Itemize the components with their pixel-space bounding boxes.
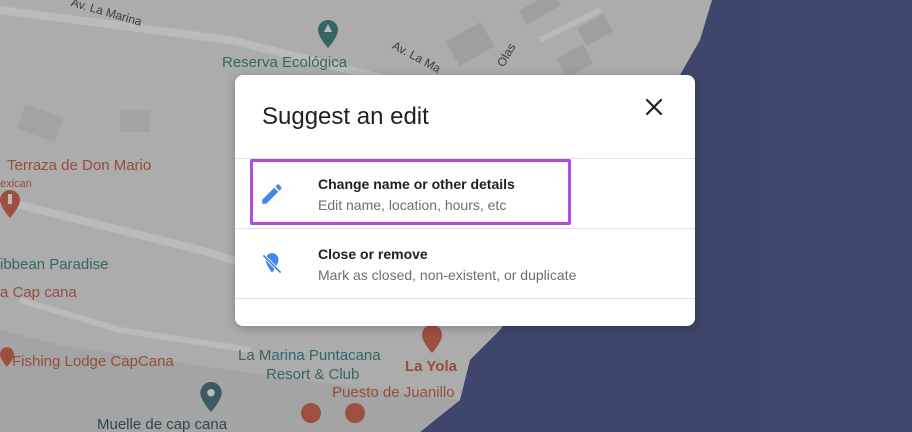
dialog-title: Suggest an edit [262, 103, 429, 130]
option-title: Change name or other details [318, 176, 515, 192]
location-off-icon [262, 253, 282, 274]
change-details-option[interactable]: Change name or other details Edit name, … [235, 159, 695, 227]
close-icon [645, 98, 663, 116]
option-subtitle: Edit name, location, hours, etc [318, 197, 507, 213]
suggest-edit-dialog: Suggest an edit Change name or other det… [235, 75, 695, 326]
close-button[interactable] [640, 93, 668, 121]
pencil-icon [262, 184, 282, 204]
option-title: Close or remove [318, 246, 428, 262]
option-subtitle: Mark as closed, non-existent, or duplica… [318, 267, 577, 283]
close-remove-option[interactable]: Close or remove Mark as closed, non-exis… [235, 229, 695, 297]
divider [235, 298, 695, 299]
